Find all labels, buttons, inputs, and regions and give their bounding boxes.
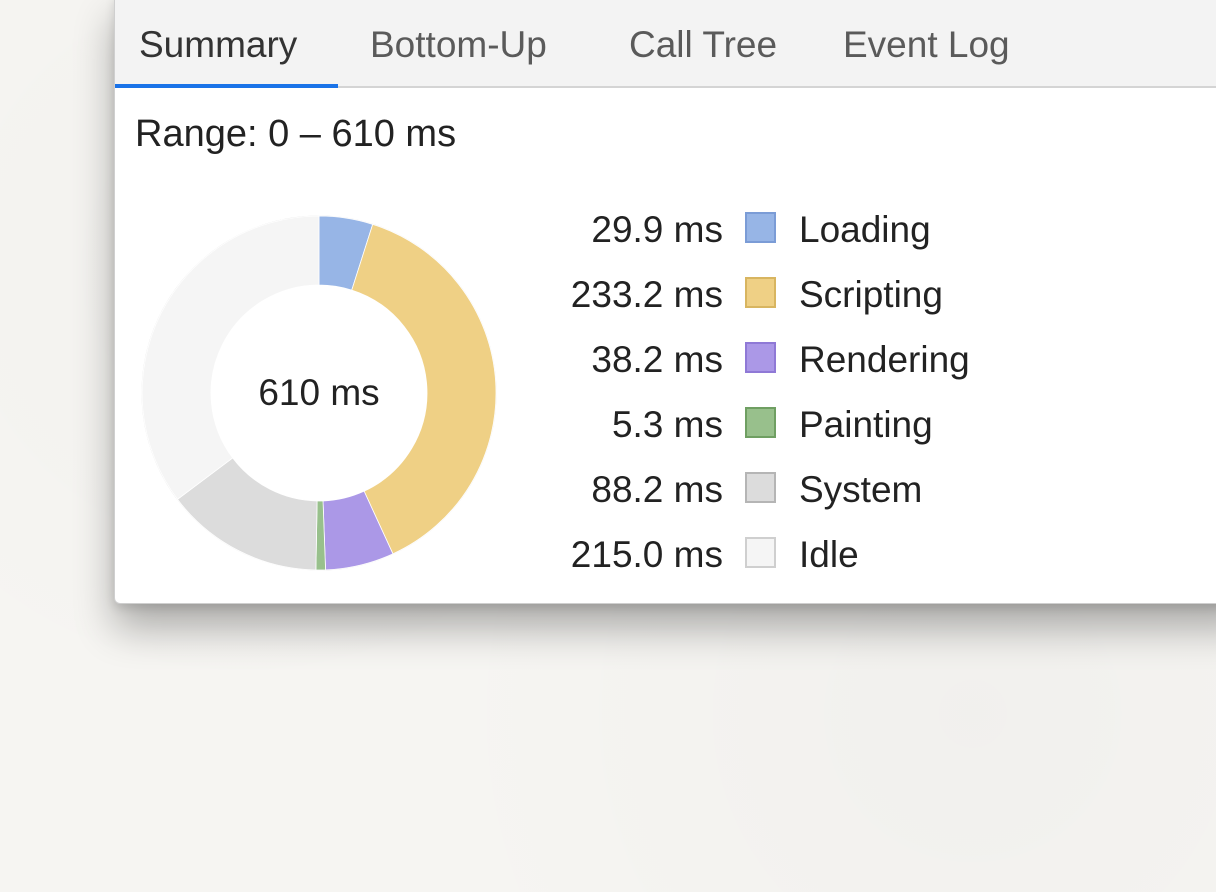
legend: 29.9 ms Loading 233.2 ms Scripting 38.2 ms Re…	[541, 207, 1001, 597]
range-label: Range: 0 – 610 ms	[135, 113, 457, 155]
tab-bottom-up[interactable]: Bottom-Up	[370, 1, 547, 88]
donut-svg	[141, 215, 497, 571]
legend-item-idle: 215.0 ms Idle	[541, 532, 1001, 597]
legend-swatch	[745, 407, 776, 438]
legend-label: Idle	[799, 534, 859, 575]
summary-donut-chart: 610 ms	[139, 213, 499, 573]
tab-event-log[interactable]: Event Log	[843, 1, 1010, 88]
legend-item-scripting: 233.2 ms Scripting	[541, 272, 1001, 337]
legend-value: 29.9 ms	[591, 209, 723, 250]
legend-swatch	[745, 537, 776, 568]
legend-label: Scripting	[799, 274, 943, 315]
tab-call-tree[interactable]: Call Tree	[629, 1, 777, 88]
donut-slice-idle	[141, 215, 320, 500]
performance-panel: Summary Bottom-Up Call Tree Event Log Ra…	[114, 0, 1216, 604]
legend-label: System	[799, 469, 923, 510]
legend-value: 88.2 ms	[591, 469, 723, 510]
legend-swatch	[745, 277, 776, 308]
legend-item-rendering: 38.2 ms Rendering	[541, 337, 1001, 402]
legend-label: Loading	[799, 209, 931, 250]
legend-label: Rendering	[799, 339, 970, 380]
legend-label: Painting	[799, 404, 933, 445]
legend-swatch	[745, 212, 776, 243]
legend-value: 215.0 ms	[570, 534, 723, 575]
active-tab-indicator	[115, 84, 338, 88]
legend-item-system: 88.2 ms System	[541, 467, 1001, 532]
legend-item-loading: 29.9 ms Loading	[541, 207, 1001, 272]
legend-swatch	[745, 472, 776, 503]
tab-summary[interactable]: Summary	[139, 1, 297, 88]
legend-value: 233.2 ms	[570, 274, 723, 315]
legend-value: 38.2 ms	[591, 339, 723, 380]
legend-value: 5.3 ms	[611, 404, 723, 445]
legend-swatch	[745, 342, 776, 373]
tab-bar: Summary Bottom-Up Call Tree Event Log	[115, 0, 1216, 88]
legend-item-painting: 5.3 ms Painting	[541, 402, 1001, 467]
donut-slice-scripting	[351, 223, 497, 555]
